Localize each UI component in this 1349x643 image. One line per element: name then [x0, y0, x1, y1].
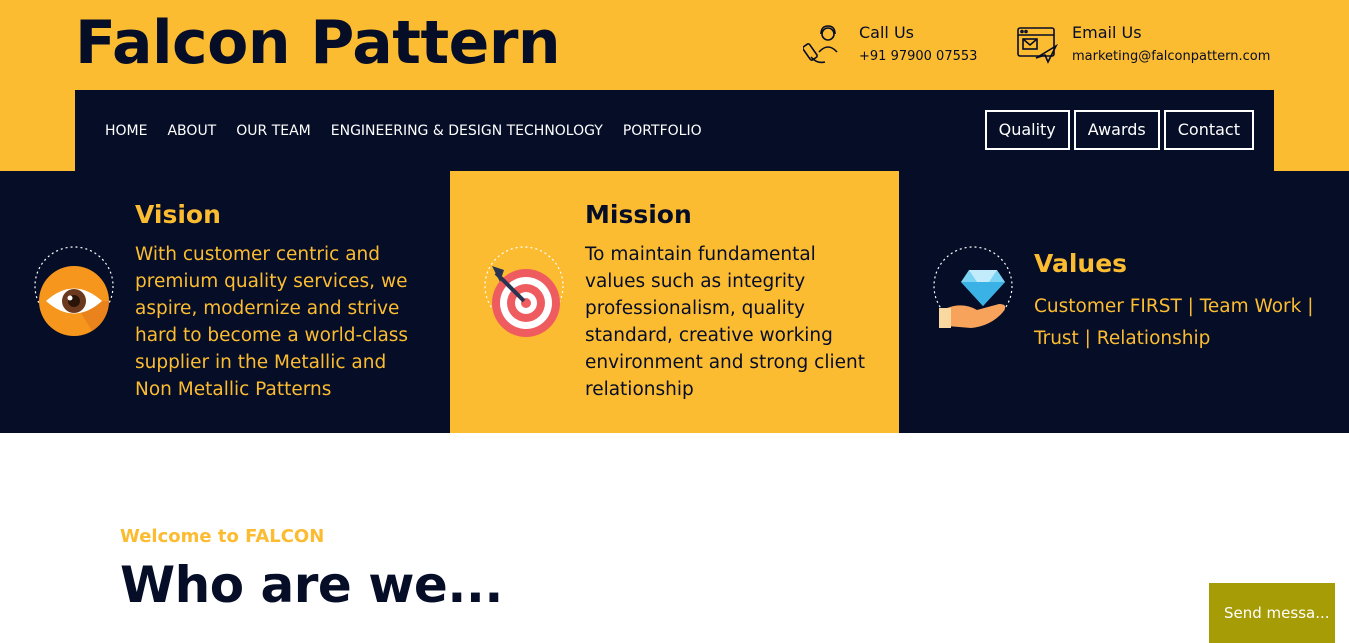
nav-item-engineering[interactable]: ENGINEERING & DESIGN TECHNOLOGY — [331, 123, 603, 139]
nav-item-home[interactable]: HOME — [105, 123, 147, 139]
contact-button[interactable]: Contact — [1163, 110, 1254, 150]
phone-support-icon — [803, 25, 838, 64]
vision-title: Vision — [135, 200, 221, 229]
vision-mission-values: Vision With customer centric and premium… — [0, 171, 1349, 433]
diamond-hand-icon — [933, 246, 1013, 328]
eye-icon — [34, 246, 114, 336]
quality-button[interactable]: Quality — [984, 110, 1070, 150]
mission-title: Mission — [585, 200, 692, 229]
vision-panel: Vision With customer centric and premium… — [0, 171, 450, 433]
values-text: Customer FIRST | Team Work | Trust | Rel… — [1034, 296, 1314, 349]
nav-item-portfolio[interactable]: PORTFOLIO — [623, 123, 702, 139]
email-address[interactable]: marketing@falconpattern.com — [1072, 49, 1270, 64]
brand-logo-text[interactable]: Falcon Pattern — [75, 8, 561, 78]
mission-panel: Mission To maintain fundamental values s… — [450, 171, 899, 433]
vision-text: With customer centric and premium qualit… — [135, 244, 409, 400]
email-icon — [1017, 27, 1058, 64]
main-navbar: HOME ABOUT OUR TEAM ENGINEERING & DESIGN… — [75, 90, 1274, 171]
phone-number[interactable]: +91 97900 07553 — [859, 49, 977, 64]
nav-item-about[interactable]: ABOUT — [167, 123, 216, 139]
call-us-label: Call Us — [859, 23, 914, 42]
send-message-button[interactable]: Send messa... — [1209, 583, 1335, 643]
mission-text: To maintain fundamental values such as i… — [585, 244, 865, 400]
target-icon — [484, 246, 564, 337]
values-title: Values — [1034, 249, 1128, 278]
welcome-subtitle: Welcome to FALCON — [120, 526, 325, 547]
nav-item-our-team[interactable]: OUR TEAM — [236, 123, 311, 139]
call-us-block[interactable]: Call Us +91 97900 07553 — [803, 24, 977, 66]
awards-button[interactable]: Awards — [1073, 110, 1160, 150]
email-us-label: Email Us — [1072, 23, 1142, 42]
nav-buttons: Quality Awards Contact — [981, 110, 1254, 150]
values-panel: Values Customer FIRST | Team Work | Trus… — [899, 171, 1349, 433]
nav-menu: HOME ABOUT OUR TEAM ENGINEERING & DESIGN… — [105, 123, 722, 139]
email-us-block[interactable]: Email Us marketing@falconpattern.com — [1016, 24, 1270, 66]
who-are-we-heading: Who are we... — [120, 556, 503, 614]
